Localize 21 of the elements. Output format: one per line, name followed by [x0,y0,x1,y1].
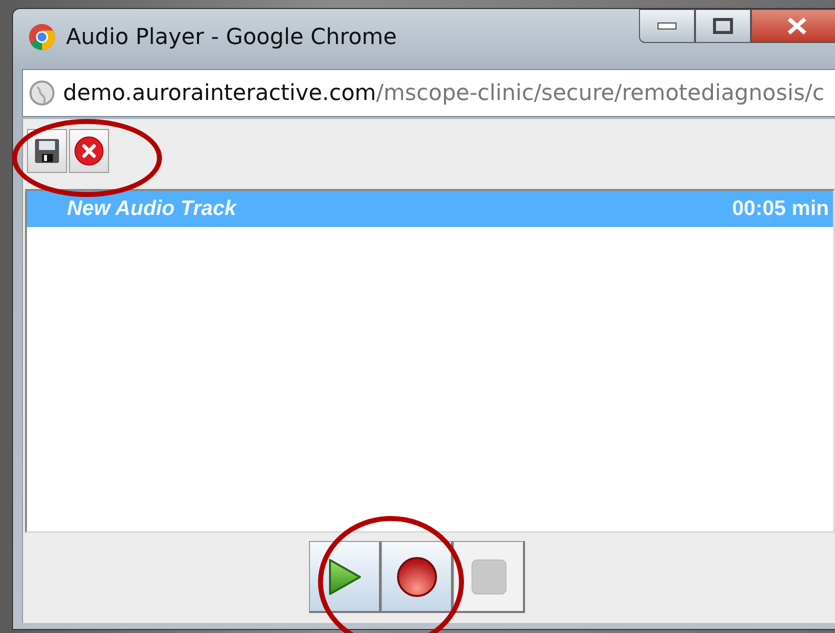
track-duration: 00:05 min [732,197,829,221]
save-button[interactable] [27,129,67,173]
maximize-button[interactable] [695,9,751,43]
maximize-icon [713,18,733,34]
close-button[interactable] [751,9,835,43]
globe-icon [29,80,55,106]
play-button[interactable] [309,541,381,613]
minimize-button[interactable] [639,9,695,43]
record-button[interactable] [381,541,453,613]
window-title: Audio Player - Google Chrome [66,24,397,50]
track-name: New Audio Track [67,197,236,221]
url-text: demo.aurorainteractive.com/mscope-clinic/secure/remotediagnosis/c [63,80,824,106]
record-icon [396,556,438,598]
close-icon [786,17,808,35]
address-bar[interactable]: demo.aurorainteractive.com/mscope-clinic/secure/remotediagnosis/c [22,69,835,117]
chrome-logo-icon [28,23,56,51]
minimize-icon [657,22,677,30]
play-icon [326,556,362,596]
stop-icon [470,558,506,594]
delete-icon [74,136,104,166]
delete-button[interactable] [69,129,109,173]
